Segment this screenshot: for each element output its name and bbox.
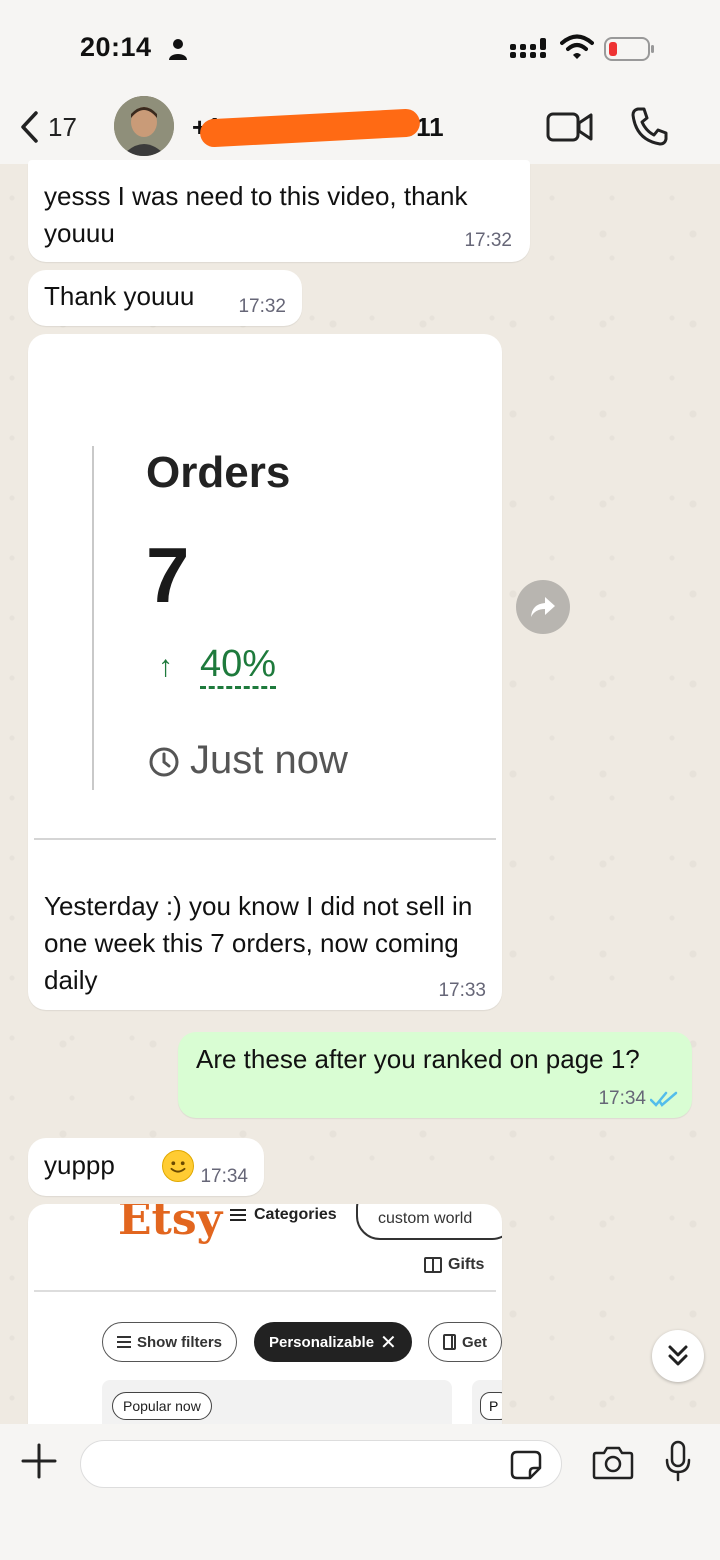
message-time: 17:34 (200, 1166, 248, 1187)
message-text: Are these after you ranked on page 1? (196, 1044, 640, 1074)
contact-avatar[interactable] (114, 96, 174, 156)
message-time: 17:32 (464, 230, 512, 251)
message-text: yuppp (44, 1150, 115, 1180)
battery-icon (604, 37, 654, 61)
scroll-to-bottom-button[interactable] (652, 1330, 704, 1382)
forward-button[interactable] (516, 580, 570, 634)
message-time: 17:34 (598, 1088, 646, 1109)
wifi-icon (560, 34, 594, 59)
message-time: 17:32 (238, 296, 286, 317)
categories-label: Categories (254, 1206, 337, 1223)
message-incoming[interactable]: Thank youuu 17:32 (28, 270, 302, 326)
double-check-icon (650, 1091, 678, 1107)
avatar-photo (114, 96, 174, 156)
composer-bar (0, 1424, 720, 1560)
orders-value: 7 (146, 531, 190, 619)
message-time: 17:33 (438, 980, 486, 1001)
phone-icon[interactable] (630, 106, 668, 146)
gift-icon (443, 1334, 456, 1350)
orders-change: 40% (200, 642, 277, 689)
message-text: Yesterday :) you know I did not sell in … (44, 891, 473, 995)
camera-icon[interactable] (592, 1444, 634, 1480)
chat-header: 17 +1011 (0, 92, 720, 164)
message-outgoing[interactable]: Are these after you ranked on page 1? 17… (178, 1032, 692, 1118)
filter-sliders-icon (117, 1336, 131, 1348)
orders-title: Orders (146, 448, 291, 497)
forward-icon (531, 597, 555, 617)
message-text: yesss I was need to this video, thank yo… (44, 181, 468, 248)
chip-label: Personalizable (269, 1333, 375, 1351)
badge-partial: P (480, 1392, 502, 1420)
orders-screenshot[interactable]: Orders 7 ↑ 40% Just now (34, 340, 496, 840)
message-input[interactable] (80, 1440, 562, 1488)
chip-label: Show filters (137, 1333, 223, 1351)
popular-badge: Popular now (112, 1392, 212, 1420)
menu-icon (230, 1209, 246, 1221)
chip-get: Get (428, 1322, 502, 1362)
status-time: 20:14 (80, 32, 152, 62)
unread-count: 17 (48, 111, 77, 142)
message-incoming-image[interactable]: Etsy Categories custom world Gifts Show … (28, 1204, 502, 1434)
orders-when: Just now (190, 738, 348, 782)
video-call-icon[interactable] (546, 110, 594, 144)
sticker-icon[interactable] (510, 1450, 542, 1480)
message-incoming[interactable]: yuppp 17:34 (28, 1138, 264, 1196)
plus-icon[interactable] (20, 1442, 58, 1480)
person-icon (169, 39, 187, 60)
chevrons-down-icon (668, 1345, 688, 1366)
mic-icon[interactable] (664, 1440, 692, 1482)
smile-emoji-icon (162, 1150, 194, 1182)
message-incoming-image[interactable]: Orders 7 ↑ 40% Just now Yesterday :) you… (28, 334, 502, 1010)
up-arrow-icon: ↑ (158, 650, 173, 683)
etsy-categories: Categories (230, 1206, 337, 1224)
chip-label: Get (461, 1333, 487, 1351)
gift-icon (424, 1257, 442, 1273)
etsy-search-field: custom world (356, 1204, 502, 1240)
chip-personalizable: Personalizable ✕ (254, 1322, 412, 1362)
card-rule (92, 446, 94, 790)
back-button[interactable]: 17 (18, 106, 77, 148)
etsy-logo: Etsy (118, 1204, 223, 1245)
image-divider (34, 838, 496, 840)
etsy-gifts: Gifts (424, 1256, 484, 1274)
etsy-divider (34, 1290, 496, 1292)
back-chevron-icon (21, 111, 38, 143)
status-bar: 20:14 (0, 0, 720, 92)
chip-show-filters: Show filters (102, 1322, 238, 1362)
clock-icon (149, 747, 179, 777)
message-text: Thank youuu (44, 281, 195, 311)
signal-icon (510, 38, 546, 58)
message-incoming[interactable]: yesss I was need to this video, thank yo… (28, 160, 530, 262)
close-icon: ✕ (380, 1331, 397, 1354)
gifts-label: Gifts (448, 1256, 485, 1273)
